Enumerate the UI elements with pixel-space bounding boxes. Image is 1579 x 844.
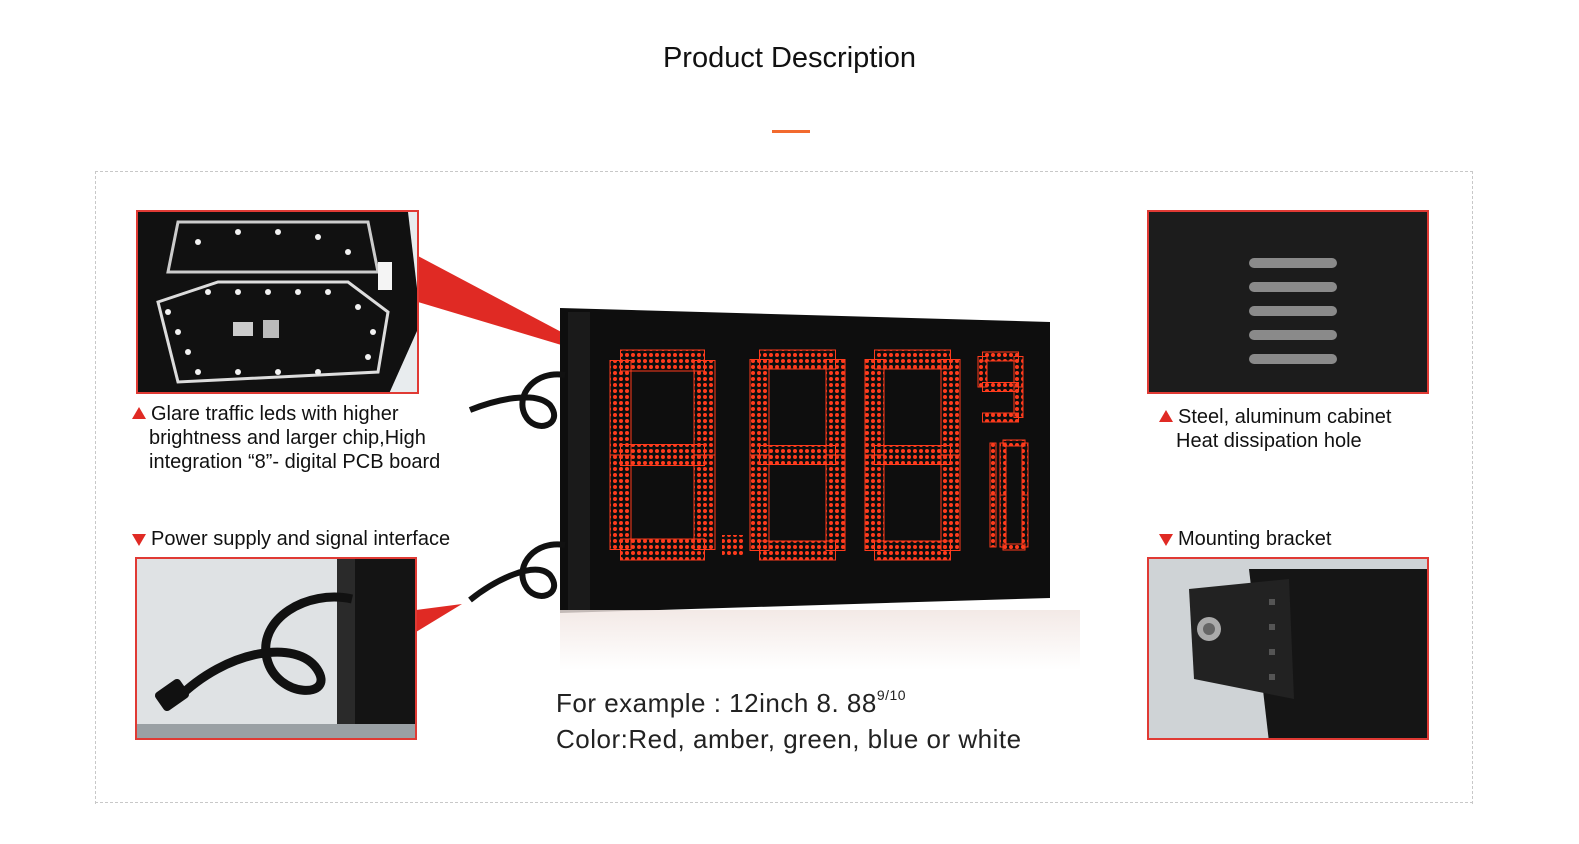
cabinet-caption-line-1: Steel, aluminum cabinet — [1178, 406, 1392, 428]
pcb-caption: Glare traffic leds with higher brightnes… — [132, 402, 440, 474]
triangle-up-icon — [1159, 410, 1173, 422]
display-reflection — [560, 610, 1080, 670]
led-segment-b — [940, 359, 961, 456]
led-fraction-bottom-2 — [999, 439, 1029, 551]
led-fraction-bottom-1 — [989, 442, 997, 548]
steel-cabinet-image — [1147, 210, 1429, 394]
led-segment-a — [874, 349, 951, 370]
led-segment-d — [982, 412, 1019, 423]
triangle-down-icon — [132, 534, 146, 546]
led-segment-f — [609, 360, 632, 456]
cabinet-caption: Steel, aluminum cabinet Heat dissipation… — [1159, 405, 1391, 453]
led-segment-c — [940, 454, 961, 551]
pcb-caption-line-1: Glare traffic leds with higher — [151, 403, 399, 425]
led-segment-c — [1021, 494, 1029, 548]
example-line-1: For example : 12inch 8. 889/10 — [556, 677, 1022, 721]
side-cables-icon — [468, 371, 566, 603]
led-segment-c — [989, 494, 997, 548]
led-segment-a — [620, 349, 705, 372]
led-segment-c — [693, 454, 716, 550]
bracket-icon — [1149, 559, 1427, 738]
led-segment-d — [874, 540, 951, 561]
led-segment-g — [982, 382, 1019, 392]
led-segment-e — [999, 494, 1007, 548]
power-caption-line-1: Power supply and signal interface — [151, 528, 451, 550]
led-segment-b — [693, 360, 716, 456]
example-text: For example : 12inch 8. 889/10 Color:Red… — [556, 677, 1022, 757]
cabinet-caption-line-2: Heat dissipation hole — [1176, 430, 1362, 452]
bracket-caption-line-1: Mounting bracket — [1178, 528, 1332, 550]
power-caption: Power supply and signal interface — [132, 527, 450, 551]
led-segment-e — [864, 454, 885, 551]
led-segment-c — [825, 454, 846, 551]
example-fraction: 9/10 — [876, 687, 907, 703]
led-segment-f — [999, 442, 1007, 496]
led-segment-g — [759, 445, 836, 465]
power-interface-image — [135, 557, 417, 740]
led-digits — [609, 349, 1029, 561]
example-colors-text: Color:Red, amber, green, blue or white — [556, 724, 1022, 754]
led-segment-b — [825, 359, 846, 456]
led-segment-b — [989, 442, 997, 496]
cable-connector-icon — [137, 559, 415, 738]
led-segment-a — [982, 351, 1019, 362]
pcb-caption-line-2: brightness and larger chip,High — [149, 427, 426, 449]
pcb-board-icon — [138, 212, 417, 392]
led-segment-f — [749, 359, 770, 456]
triangle-down-icon — [1159, 534, 1173, 546]
triangle-up-icon — [132, 407, 146, 419]
led-segment-g — [874, 445, 951, 465]
led-segment-e — [749, 454, 770, 551]
led-segment-d — [620, 538, 705, 561]
led-digit-1 — [609, 349, 716, 561]
led-fraction-top — [977, 351, 1024, 423]
pcb-board-image — [136, 210, 419, 394]
led-digit-2 — [749, 349, 846, 561]
pcb-caption-line-3: integration “8”- digital PCB board — [149, 451, 441, 473]
bracket-caption: Mounting bracket — [1159, 527, 1331, 551]
mounting-bracket-image — [1147, 557, 1429, 740]
led-segment-b — [1021, 442, 1029, 496]
led-segment-f — [864, 359, 885, 456]
led-segment-g — [620, 444, 705, 466]
example-size-text: For example : 12inch 8. 88 — [556, 688, 877, 718]
led-digit-3 — [864, 349, 961, 561]
led-segment-e — [609, 454, 632, 550]
led-segment-a — [759, 349, 836, 370]
led-segment-d — [759, 540, 836, 561]
heat-vent-icon — [1149, 212, 1427, 392]
led-decimal-point — [722, 535, 744, 557]
